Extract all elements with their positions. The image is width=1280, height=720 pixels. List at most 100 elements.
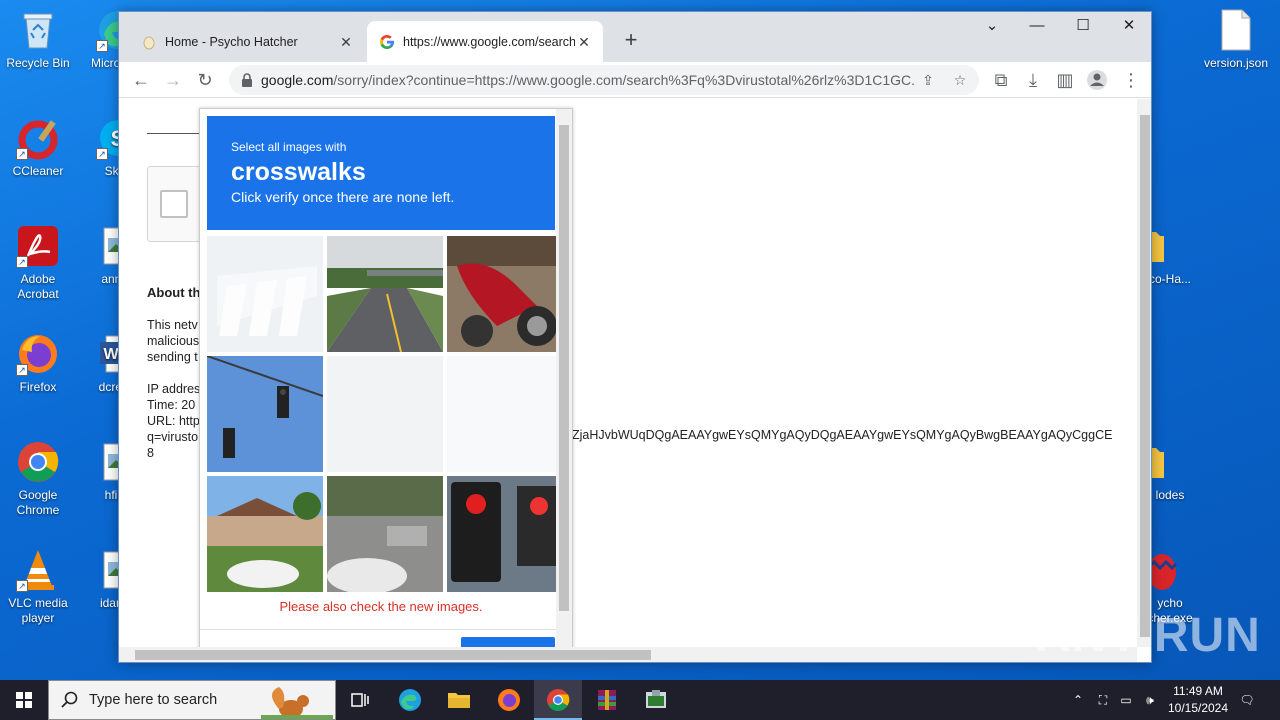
url-query-token: ZjaHJvbWUqDQgAEAAYgwEYsQMYgAQyDQgAEAAYgw… (572, 428, 1113, 442)
desktop-icon-label: Firefox (19, 380, 57, 394)
anyrun-watermark: ANY RUN (1036, 609, 1261, 662)
forward-arrow-icon[interactable]: → (159, 66, 187, 94)
desktop-icon-recycle-bin[interactable]: Recycle Bin (0, 8, 76, 71)
close-tab-icon[interactable]: ✕ (575, 33, 593, 51)
network-device-icon[interactable]: ⛶ (1094, 680, 1112, 720)
image-tile-faded-crosswalk[interactable] (207, 236, 323, 352)
menu-kebab-icon[interactable]: ⋮ (1117, 66, 1145, 94)
image-tile-road-bridge[interactable] (327, 236, 443, 352)
taskbar-firefox[interactable] (485, 680, 533, 720)
vlc-icon: ↗ (16, 548, 60, 592)
profile-avatar-icon[interactable] (1083, 66, 1111, 94)
google-favicon-icon (380, 34, 394, 49)
search-placeholder: Type here to search (89, 692, 218, 708)
tab-google-search[interactable]: https://www.google.com/search ✕ (367, 21, 603, 62)
minimize-button[interactable]: — (1014, 12, 1060, 42)
challenge-image-grid (207, 236, 563, 592)
image-tile-red-motorcycle[interactable] (447, 236, 563, 352)
task-view-icon (351, 693, 369, 707)
divider (147, 133, 207, 134)
info-line: URL: http (147, 414, 200, 428)
info-line: q=virusto (147, 430, 199, 444)
desktop-icon-version-json[interactable]: version.json (1198, 8, 1274, 71)
address-bar[interactable]: google.com/sorry/index?continue=https://… (229, 65, 979, 95)
desktop-icon-vlc[interactable]: ↗ VLC media player (0, 548, 76, 626)
challenge-instruction: Select all images with (231, 140, 347, 154)
tab-home-psycho-hatcher[interactable]: Home - Psycho Hatcher ✕ (129, 21, 365, 62)
close-window-button[interactable]: ✕ (1106, 12, 1151, 42)
desktop-icon-label: version.json (1203, 56, 1269, 70)
challenge-scrollbar[interactable] (556, 109, 572, 647)
tab-title: https://www.google.com/search (403, 34, 575, 49)
network-icon[interactable]: ▭ (1116, 680, 1136, 720)
share-icon[interactable]: ⇪ (917, 69, 939, 91)
page-vertical-scrollbar[interactable] (1137, 99, 1151, 647)
image-tile-blank[interactable] (447, 356, 563, 472)
maximize-button[interactable]: ☐ (1060, 12, 1106, 42)
tray-overflow-chevron-icon[interactable]: ⌃ (1068, 680, 1088, 720)
recycle-bin-icon (16, 8, 60, 52)
new-tab-button[interactable]: + (617, 27, 645, 55)
shortcut-arrow-icon: ↗ (96, 40, 108, 52)
taskbar-search-box[interactable]: Type here to search (48, 680, 336, 720)
acrobat-icon: ↗ (16, 224, 60, 268)
ccleaner-icon: ↗ (16, 116, 60, 160)
volume-icon[interactable]: 🕪 (1140, 680, 1160, 720)
tab-strip: Home - Psycho Hatcher ✕ https://www.goog… (119, 12, 1151, 62)
taskbar-winrar[interactable] (583, 680, 631, 720)
taskbar-clock[interactable]: 11:49 AM 10/15/2024 (1160, 683, 1236, 717)
info-line: 8 (147, 446, 154, 460)
scrollbar-thumb[interactable] (1140, 115, 1150, 637)
tab-search-chevron-icon[interactable]: ⌄ (969, 12, 1015, 42)
download-icon[interactable]: ⤓ (1019, 66, 1047, 94)
squirrel-icon (261, 687, 333, 719)
image-tile-house-cars[interactable] (207, 476, 323, 592)
close-tab-icon[interactable]: ✕ (337, 33, 355, 51)
clock-time: 11:49 AM (1173, 684, 1223, 698)
taskbar-edge[interactable] (386, 680, 434, 720)
scrollbar-thumb[interactable] (559, 125, 569, 611)
para-line: sending t (147, 350, 198, 364)
shortcut-arrow-icon: ↗ (16, 148, 28, 160)
desktop-icon-chrome[interactable]: Google Chrome (0, 440, 76, 518)
challenge-target: crosswalks (231, 158, 366, 186)
image-tile-traffic-signal-red[interactable] (447, 476, 563, 592)
desktop-icon-label: CCleaner (12, 164, 64, 178)
search-icon (61, 691, 78, 708)
reload-icon[interactable]: ↻ (191, 66, 219, 94)
challenge-hint: Click verify once there are none left. (231, 189, 455, 205)
desktop-icon-acrobat[interactable]: ↗ Adobe Acrobat (0, 224, 76, 302)
desktop-icon-firefox[interactable]: ↗ Firefox (0, 332, 76, 395)
taskbar-app[interactable] (632, 680, 680, 720)
about-heading: About th (147, 285, 201, 300)
egg-favicon-icon (143, 36, 155, 49)
image-tile-street-car[interactable] (327, 476, 443, 592)
page-content: About th This netv malicious sending t I… (119, 99, 1137, 647)
image-tile-traffic-lights-sky[interactable] (207, 356, 323, 472)
bookmark-star-icon[interactable]: ☆ (949, 69, 971, 91)
start-button[interactable] (0, 680, 48, 720)
para-line: This netv (147, 318, 198, 332)
chrome-icon (16, 440, 60, 484)
taskbar-file-explorer[interactable] (435, 680, 483, 720)
side-panel-icon[interactable]: ▥ (1051, 66, 1079, 94)
verify-button[interactable] (461, 637, 555, 647)
recaptcha-checkbox-widget[interactable] (147, 166, 207, 242)
taskbar-chrome[interactable] (534, 680, 582, 720)
lock-icon[interactable] (239, 72, 255, 88)
taskbar: Type here to search ⌃ ⛶ ▭ 🕪 11:49 AM 10/… (0, 680, 1280, 720)
recaptcha-challenge: Select all images with crosswalks Click … (199, 108, 573, 647)
notification-icon[interactable]: 🗨 (1236, 680, 1258, 720)
firefox-icon: ↗ (16, 332, 60, 376)
installer-icon (646, 690, 666, 708)
page-horizontal-scrollbar[interactable] (119, 647, 1137, 662)
task-view-button[interactable] (336, 680, 384, 720)
desktop-icon-ccleaner[interactable]: ↗ CCleaner (0, 116, 76, 179)
back-arrow-icon[interactable]: ← (127, 66, 155, 94)
recaptcha-checkbox[interactable] (160, 190, 188, 218)
scrollbar-thumb[interactable] (135, 650, 651, 660)
desktop-icon-label: VLC media player (8, 596, 68, 625)
extensions-puzzle-icon[interactable]: ⧉ (987, 66, 1015, 94)
image-tile-blank[interactable] (327, 356, 443, 472)
desktop-icon-label: Recycle Bin (6, 56, 70, 70)
